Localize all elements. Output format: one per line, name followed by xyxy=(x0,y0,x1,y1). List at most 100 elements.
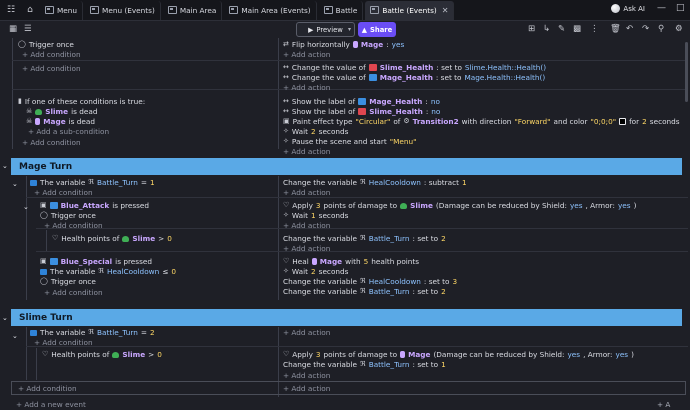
scene-icon xyxy=(167,6,177,14)
action-text: : set to xyxy=(412,360,439,369)
parameter-value: 2 xyxy=(150,328,155,337)
add-condition-button[interactable]: + Add condition xyxy=(22,63,81,74)
collapse-event-icon[interactable]: ⌄ xyxy=(23,203,29,211)
parameter-value: 0 xyxy=(157,350,162,359)
action-change-variable[interactable]: Change the variable ℜ Battle_Turn: set t… xyxy=(283,286,446,297)
parameter-value: 1 xyxy=(461,178,467,187)
add-subcondition-button[interactable]: + Add a sub-condition xyxy=(28,126,109,137)
action-text: : set to xyxy=(412,287,439,296)
condition-health-compare[interactable]: ♡ Health points of Slime > 0 xyxy=(42,349,162,360)
add-condition-button[interactable]: + Add condition xyxy=(34,187,93,198)
add-action-button[interactable]: + Add action xyxy=(283,243,330,254)
add-comment-icon[interactable]: ✎ xyxy=(558,24,565,34)
group-header-mage-turn[interactable]: Mage Turn xyxy=(11,158,682,175)
add-action-button[interactable]: + Add action xyxy=(283,327,330,338)
tab-label: Main Area xyxy=(179,5,217,15)
minimize-icon[interactable]: — xyxy=(657,3,666,13)
health-icon: ♡ xyxy=(52,234,59,242)
parameter-value: yes xyxy=(569,201,583,210)
add-new-event-button[interactable]: + Add a new event xyxy=(16,399,86,410)
scrollbar[interactable] xyxy=(685,42,688,102)
tab-menu-events[interactable]: Menu (Events) xyxy=(85,0,161,20)
tab-menu[interactable]: Menu xyxy=(40,0,84,20)
parameter-value: yes xyxy=(391,40,405,49)
object-name: Slime xyxy=(132,234,156,243)
add-action-button[interactable]: + Add action xyxy=(283,82,330,93)
home-icon[interactable]: ⌂ xyxy=(22,2,38,18)
add-action-button[interactable]: + Add action xyxy=(283,49,330,60)
search-icon[interactable]: ⚲ xyxy=(658,24,664,34)
add-condition-button[interactable]: + Add condition xyxy=(44,287,103,298)
action-text: ) xyxy=(631,350,634,359)
operator: ≤ xyxy=(162,267,169,276)
grid-icon[interactable]: ▦ xyxy=(9,24,17,34)
operator: = xyxy=(140,328,147,337)
slime-object-icon xyxy=(400,202,408,209)
delete-icon[interactable]: 🗑 xyxy=(610,24,621,34)
panel-toggle-icon[interactable]: ☷ xyxy=(3,2,19,18)
action-text: health points xyxy=(371,257,420,266)
add-condition-button[interactable]: + Add condition xyxy=(22,49,81,60)
maximize-icon[interactable]: □ xyxy=(676,3,685,13)
share-button[interactable]: ▲ Share xyxy=(358,22,396,37)
add-action-button[interactable]: + Add action xyxy=(283,383,330,394)
settings-icon[interactable]: ⚙ xyxy=(675,24,683,34)
ai-icon xyxy=(611,4,621,13)
action-text: of xyxy=(393,117,401,126)
add-event-icon[interactable]: ⊞ xyxy=(528,24,535,34)
add-action-label: + Add action xyxy=(283,50,331,59)
collapse-event-icon[interactable]: ⌄ xyxy=(12,332,18,340)
add-action-button[interactable]: + Add action xyxy=(283,146,330,157)
parameter-value: yes xyxy=(615,350,629,359)
add-subevent-icon[interactable]: ↳ xyxy=(543,24,550,34)
layers-icon[interactable]: ☰ xyxy=(24,24,32,34)
tab-battle[interactable]: Battle xyxy=(319,0,364,20)
ask-ai-button[interactable]: Ask AI xyxy=(611,4,645,13)
undo-icon[interactable]: ↶ xyxy=(626,24,633,34)
add-condition-button[interactable]: + Add condition xyxy=(22,137,81,148)
close-tab-icon[interactable]: ✕ xyxy=(442,6,449,15)
group-header-slime-turn[interactable]: Slime Turn xyxy=(11,309,682,326)
add-condition-label: + Add condition xyxy=(22,64,81,73)
preview-button[interactable]: ▶ Preview ▾ xyxy=(296,22,355,37)
condition-trigger-once[interactable]: ◯ Trigger once xyxy=(40,276,96,287)
action-text: : subtract xyxy=(423,178,459,187)
redo-icon[interactable]: ↷ xyxy=(642,24,649,34)
operator: > xyxy=(158,234,165,243)
collapse-group-icon[interactable]: ⌄ xyxy=(2,162,8,170)
variable-icon xyxy=(30,179,37,186)
share-label: Share xyxy=(369,25,393,34)
parameter-value: 3 xyxy=(452,277,458,286)
expression: Mage.Health::Health() xyxy=(464,73,546,82)
tab-main-area-events[interactable]: Main Area (Events) xyxy=(224,0,317,20)
color-swatch xyxy=(619,118,627,125)
condition-health-compare[interactable]: ♡ Health points of Slime > 0 xyxy=(52,233,172,244)
column-divider xyxy=(278,176,279,300)
add-action-button[interactable]: + Add action xyxy=(283,370,330,381)
empty-event[interactable] xyxy=(11,381,686,395)
variable-icon xyxy=(40,268,47,275)
tab-main-area[interactable]: Main Area xyxy=(163,0,223,20)
add-action-label: + Add action xyxy=(283,83,331,92)
condition-text: Health points of xyxy=(61,234,120,243)
add-condition-button[interactable]: + Add condition xyxy=(44,220,103,231)
tab-battle-events[interactable]: Battle (Events) ✕ xyxy=(365,0,455,20)
add-condition-button[interactable]: + Add condition xyxy=(34,337,93,348)
parameter-value: 0 xyxy=(167,234,172,243)
more-icon[interactable]: ⋮ xyxy=(590,24,599,34)
add-condition-button[interactable]: + Add condition xyxy=(18,383,77,394)
action-change-variable[interactable]: Change the variable ℜ Battle_Turn: set t… xyxy=(283,359,446,370)
add-button[interactable]: + A xyxy=(657,399,670,410)
event-border xyxy=(26,176,27,300)
add-group-icon[interactable]: ▩ xyxy=(573,24,581,34)
add-action-button[interactable]: + Add action xyxy=(283,220,330,231)
parameter-value: 1 xyxy=(441,360,446,369)
add-action-label: + Add action xyxy=(283,384,331,393)
collapse-event-icon[interactable]: ⌄ xyxy=(12,180,18,188)
action-text: : xyxy=(386,40,389,49)
events-icon xyxy=(370,6,380,14)
tab-label: Menu xyxy=(57,5,78,15)
collapse-group-icon[interactable]: ⌄ xyxy=(2,314,8,322)
transition-object-icon: ⚙ xyxy=(403,117,410,125)
add-action-button[interactable]: + Add action xyxy=(283,187,330,198)
